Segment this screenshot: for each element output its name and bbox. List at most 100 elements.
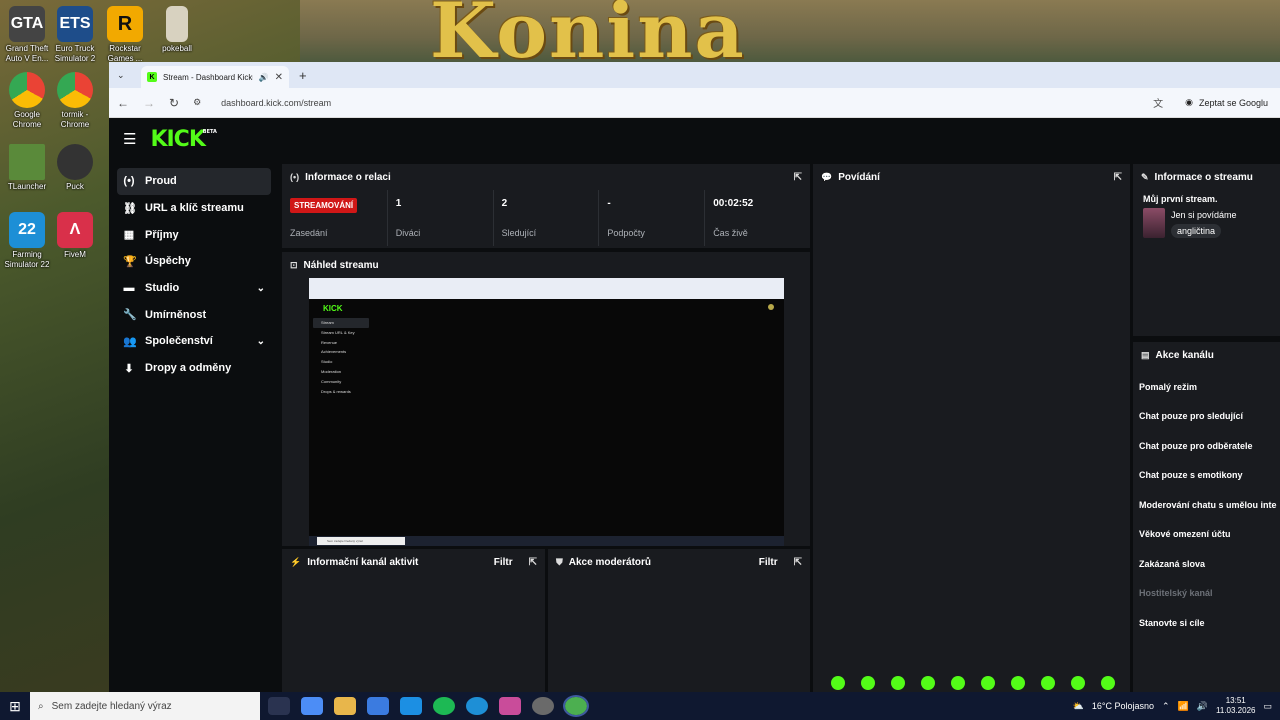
popout-icon[interactable]: ⇱ [794,557,802,568]
hamburger-menu-icon[interactable]: ☰ [123,130,136,148]
action-emote-only[interactable]: Chat pouze s emotikony [1133,461,1280,491]
desktop-icon-fivem[interactable]: Λ FiveM [48,212,102,260]
sidebar-item-label: Příjmy [145,228,179,241]
clock[interactable]: 13:51 11.03.2026 [1216,696,1255,716]
emote-icon[interactable] [831,676,845,690]
forward-icon[interactable]: → [143,96,155,110]
panel-header: ✎ Informace o streamu [1133,164,1280,190]
farming-simulator-icon: 22 [9,212,45,248]
panel-title: Náhled streamu [303,259,379,271]
action-subscribers-only[interactable]: Chat pouze pro odběratele [1133,431,1280,461]
action-ai-moderation[interactable]: Moderování chatu s umělou inte [1133,490,1280,520]
desktop-icon-label: pokeball [162,44,192,53]
sidebar-item-achievements[interactable]: 🏆 Úspěchy [117,248,271,275]
sidebar-item-studio[interactable]: ▬ Studio ⌄ [117,275,271,302]
action-host-channel: Hostitelský kanál [1139,588,1213,599]
ask-google-button[interactable]: ◉ Zeptat se Googlu [1185,97,1268,108]
obs-icon[interactable] [532,697,554,715]
channel-actions-panel: ▤ Akce kanálu Pomalý režim Chat pouze pr… [1133,342,1280,692]
desktop-icon-gta[interactable]: GTA Grand Theft Auto V En... [0,6,54,64]
taskbar-search[interactable]: ⌕ Sem zadejte hledaný výraz [30,692,260,720]
desktop-icon-farming-simulator[interactable]: 22 Farming Simulator 22 [0,212,54,270]
preview-nav-item: Studio [321,359,333,365]
emote-icon[interactable] [1041,676,1055,690]
popout-icon[interactable]: ⇱ [529,557,537,568]
panel-title: Informace o relaci [305,171,391,183]
emote-icon[interactable] [951,676,965,690]
live-status-badge: STREAMOVÁNÍ [290,198,358,213]
store-icon[interactable] [367,697,389,715]
action-set-goals[interactable]: Stanovte si cíle [1133,608,1280,638]
action-slow-mode[interactable]: Pomalý režim [1133,372,1280,402]
copilot-icon[interactable] [301,697,323,715]
desktop-icon-label: FiveM [64,250,86,259]
network-icon[interactable]: 📶 [1178,701,1189,712]
spotify-icon[interactable] [433,697,455,715]
emote-icon[interactable] [1071,676,1085,690]
translate-icon[interactable]: 文 [1153,95,1163,110]
sidebar-item-stream-url-key[interactable]: ⛓ URL a klíč streamu [117,195,271,222]
app-icon[interactable] [499,697,521,715]
preview-nav-item: Community [321,378,342,384]
subs-cell: - Podpočty [599,190,706,246]
mail-icon[interactable] [400,697,422,715]
panel-title: Povídání [838,171,880,183]
desktop-icon-chrome[interactable]: Google Chrome [0,72,54,130]
session-label: Zasedání [290,228,328,238]
reload-icon[interactable]: ↻ [169,96,179,110]
desktop-icon-ets[interactable]: ETS Euro Truck Simulator 2 [48,6,102,64]
sidebar-item-drops[interactable]: ⬇ Dropy a odměny [117,355,271,382]
stream-info-panel: ✎ Informace o streamu Můj první stream. … [1133,164,1280,336]
desktop-icon-puck[interactable]: Puck [48,144,102,192]
emote-bar [831,676,1115,690]
action-banned-words[interactable]: Zakázaná slova [1133,549,1280,579]
broadcast-icon: (•) [123,175,135,188]
emote-icon[interactable] [1101,676,1115,690]
new-tab-icon[interactable]: + [299,68,307,83]
desktop-icon-rockstar[interactable]: R Rockstar Games ... [98,6,152,64]
volume-icon[interactable]: 🔊 [1197,701,1208,712]
tray-chevron-icon[interactable]: ⌃ [1162,701,1170,712]
sidebar-item-revenue[interactable]: ▦ Příjmy [117,221,271,248]
desktop-icon-tlauncher[interactable]: TLauncher [0,144,54,192]
windows-start-icon[interactable]: ⊞ [0,698,30,715]
emote-icon[interactable] [891,676,905,690]
browser-tab[interactable]: K Stream - Dashboard Kicku 🔊 ✕ [141,66,289,88]
followers-value: 2 [501,198,508,209]
notification-icon[interactable]: ▭ [1263,701,1272,712]
emote-icon[interactable] [1011,676,1025,690]
emote-icon[interactable] [981,676,995,690]
chrome-taskbar-icon[interactable] [563,695,589,717]
filter-button[interactable]: Filtr [759,557,778,568]
popout-icon[interactable]: ⇱ [794,172,802,183]
desktop-icon-chrome-profile[interactable]: tormik - Chrome [48,72,102,130]
filter-button[interactable]: Filtr [494,557,513,568]
tab-search-icon[interactable]: ⌄ [117,70,131,81]
clock-time: 13:51 [1225,696,1246,705]
edge-icon[interactable] [466,697,488,715]
kick-logo[interactable]: KICK BETA [150,127,216,152]
desktop-icon-pokeball[interactable]: pokeball [150,6,204,54]
sidebar-item-moderation[interactable]: 🔧 Umírněnost [117,301,271,328]
back-icon[interactable]: ← [117,96,129,110]
sidebar-item-stream[interactable]: (•) Proud [117,168,271,195]
sidebar-item-label: Společenství [145,335,213,348]
close-tab-icon[interactable]: ✕ [275,72,283,83]
site-info-icon[interactable]: ⚙ [193,97,201,108]
url-field[interactable]: dashboard.kick.com/stream [221,98,1139,108]
emote-icon[interactable] [861,676,875,690]
stream-preview-video[interactable]: KICK Stream Stream URL & Key Revenue Ach… [309,278,784,546]
emote-icon[interactable] [921,676,935,690]
weather-text[interactable]: 16°C Polojasno [1092,701,1154,711]
action-account-age[interactable]: Věkové omezení účtu [1133,520,1280,550]
kick-favicon-icon: K [147,72,157,82]
sidebar-item-label: Úspěchy [145,255,191,268]
action-followers-only[interactable]: Chat pouze pro sledující [1133,402,1280,432]
live-time-label: Čas živě [713,228,748,238]
sidebar-item-community[interactable]: 👥 Společenství ⌄ [117,328,271,355]
popout-icon[interactable]: ⇱ [1114,172,1122,183]
speaker-icon[interactable]: 🔊 [259,73,269,82]
file-explorer-icon[interactable] [334,697,356,715]
chrome-icon [9,72,45,108]
task-view-icon[interactable] [268,697,290,715]
